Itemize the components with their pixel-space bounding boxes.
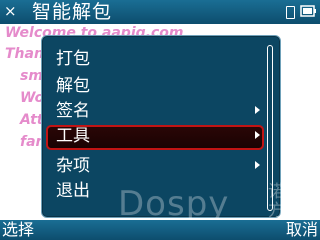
- menu-item-label: 工具: [56, 126, 90, 146]
- app-title: 智能解包: [32, 1, 113, 23]
- menu-item-misc[interactable]: 杂项: [46, 155, 264, 177]
- sim-icon: [286, 6, 295, 19]
- battery-icon: [300, 5, 316, 17]
- menu-item-tools[interactable]: 工具: [46, 125, 264, 150]
- menu-item-label: 签名: [56, 101, 90, 121]
- submenu-arrow-icon: [255, 161, 260, 169]
- title-bar: × 智能解包: [0, 0, 320, 24]
- watermark-cn-text: 诺亚方: [268, 182, 302, 221]
- softkey-bar: 选择 取消: [0, 220, 320, 240]
- menu-item-sign[interactable]: 签名: [46, 100, 264, 122]
- dospy-watermark: Dospy: [118, 184, 230, 224]
- submenu-arrow-icon: [255, 106, 260, 114]
- menu-item-label: 杂项: [56, 156, 90, 176]
- menu-item-label: 打包: [56, 49, 90, 69]
- cancel-softkey[interactable]: 取消: [286, 220, 318, 240]
- phone-screen: × 智能解包 Welcome to aapig.com Thanks sma W…: [0, 0, 320, 240]
- menu-item-label: 退出: [56, 181, 90, 201]
- menu-item-pack[interactable]: 打包: [46, 48, 264, 70]
- close-icon[interactable]: ×: [4, 2, 17, 20]
- select-softkey[interactable]: 选择: [2, 220, 34, 240]
- menu-item-label: 解包: [56, 76, 90, 96]
- menu-item-unpack[interactable]: 解包: [46, 75, 264, 97]
- submenu-arrow-icon: [255, 131, 260, 139]
